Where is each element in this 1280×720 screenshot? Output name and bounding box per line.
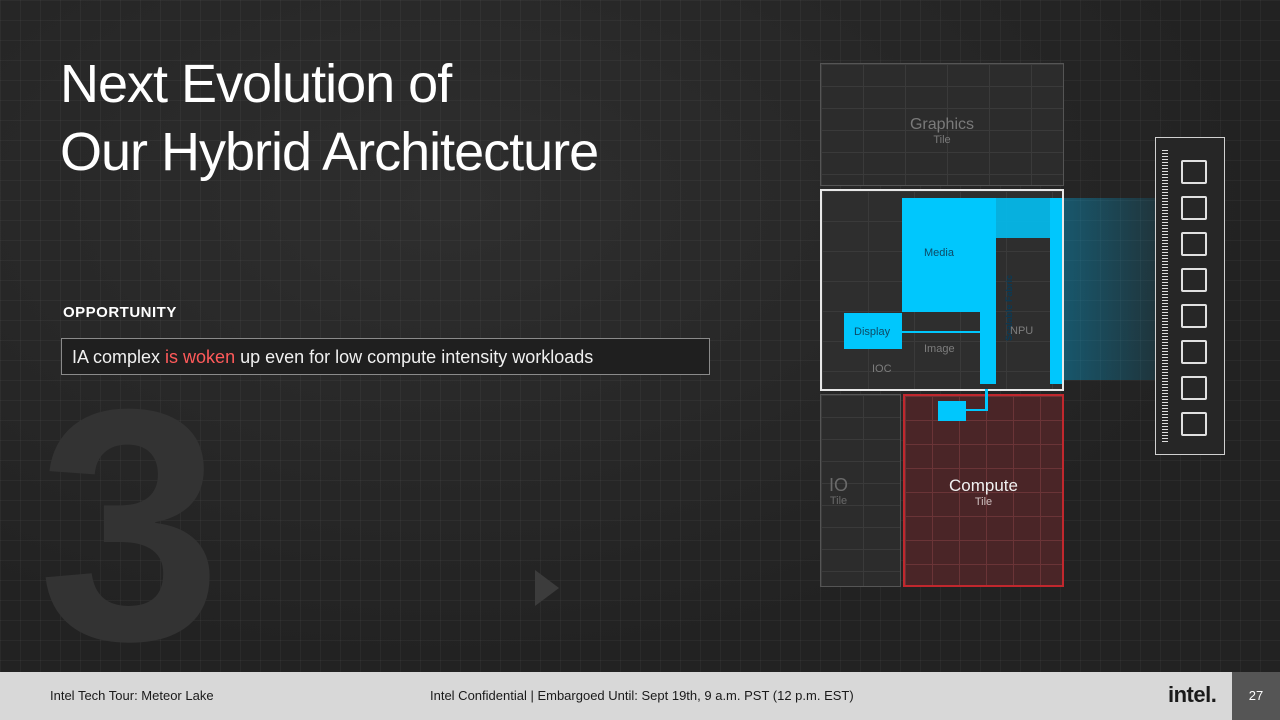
statement-after: up even for low compute intensity worklo… xyxy=(235,347,594,367)
graphics-tile-name: Graphics xyxy=(909,116,975,133)
memory-module xyxy=(1155,137,1225,455)
image-label: Image xyxy=(924,343,955,355)
npu-label: NPU xyxy=(1010,325,1034,337)
display-link xyxy=(902,331,980,333)
memory-chip xyxy=(1181,160,1207,184)
memory-chip xyxy=(1181,376,1207,400)
title-line-2: Our Hybrid Architecture xyxy=(60,122,599,182)
fabric-compute-link xyxy=(985,389,988,411)
statement-before: IA complex xyxy=(72,347,166,367)
ioc-label: IOC xyxy=(872,363,892,375)
title-line-1: Next Evolution of xyxy=(60,54,452,114)
memory-chip xyxy=(1181,196,1207,220)
slide-title: Next Evolution of Our Hybrid Architectur… xyxy=(60,50,780,186)
memory-pins xyxy=(1162,150,1168,442)
footer-left: Intel Tech Tour: Meteor Lake xyxy=(50,688,214,703)
memory-connection-glow xyxy=(1064,198,1164,380)
fabric-top-block xyxy=(996,198,1050,238)
opportunity-label: OPPORTUNITY xyxy=(63,304,177,321)
intel-logo: intel. xyxy=(1168,682,1217,707)
memory-chip xyxy=(1181,412,1207,436)
graphics-tile-sub: Tile xyxy=(933,134,951,146)
compute-tile: Compute Tile xyxy=(903,394,1064,587)
footer-center: Intel Confidential | Embargoed Until: Se… xyxy=(430,688,854,703)
memory-chip xyxy=(1181,340,1207,364)
background-number: 3 xyxy=(38,340,222,673)
io-tile-sub: Tile xyxy=(829,495,848,507)
slide: 3 Next Evolution of Our Hybrid Architect… xyxy=(0,0,1280,672)
memory-chip xyxy=(1181,268,1207,292)
soc-tile: Media Scalable Fabric NPU Display Image … xyxy=(820,189,1064,391)
statement-highlight: is woken xyxy=(165,347,236,367)
npu-edge-block xyxy=(1050,198,1062,384)
memory-chip xyxy=(1181,304,1207,328)
fabric-compute-link-h xyxy=(962,409,988,411)
footer: Intel Tech Tour: Meteor Lake Intel Confi… xyxy=(0,672,1232,720)
compute-tile-name: Compute xyxy=(949,476,1018,495)
memory-chip xyxy=(1181,232,1207,256)
io-tile: IO Tile xyxy=(820,394,901,587)
opportunity-statement: IA complex is woken up even for low comp… xyxy=(61,338,710,375)
compute-tile-sub: Tile xyxy=(974,496,993,508)
media-label: Media xyxy=(924,247,954,259)
display-label: Display xyxy=(854,326,891,338)
io-tile-name: IO xyxy=(828,475,848,495)
play-arrow-icon xyxy=(535,570,559,606)
compute-link-block xyxy=(938,401,966,421)
graphics-tile: Graphics Tile xyxy=(820,63,1064,186)
page-number: 27 xyxy=(1232,672,1280,720)
scalable-fabric-block xyxy=(980,198,996,384)
